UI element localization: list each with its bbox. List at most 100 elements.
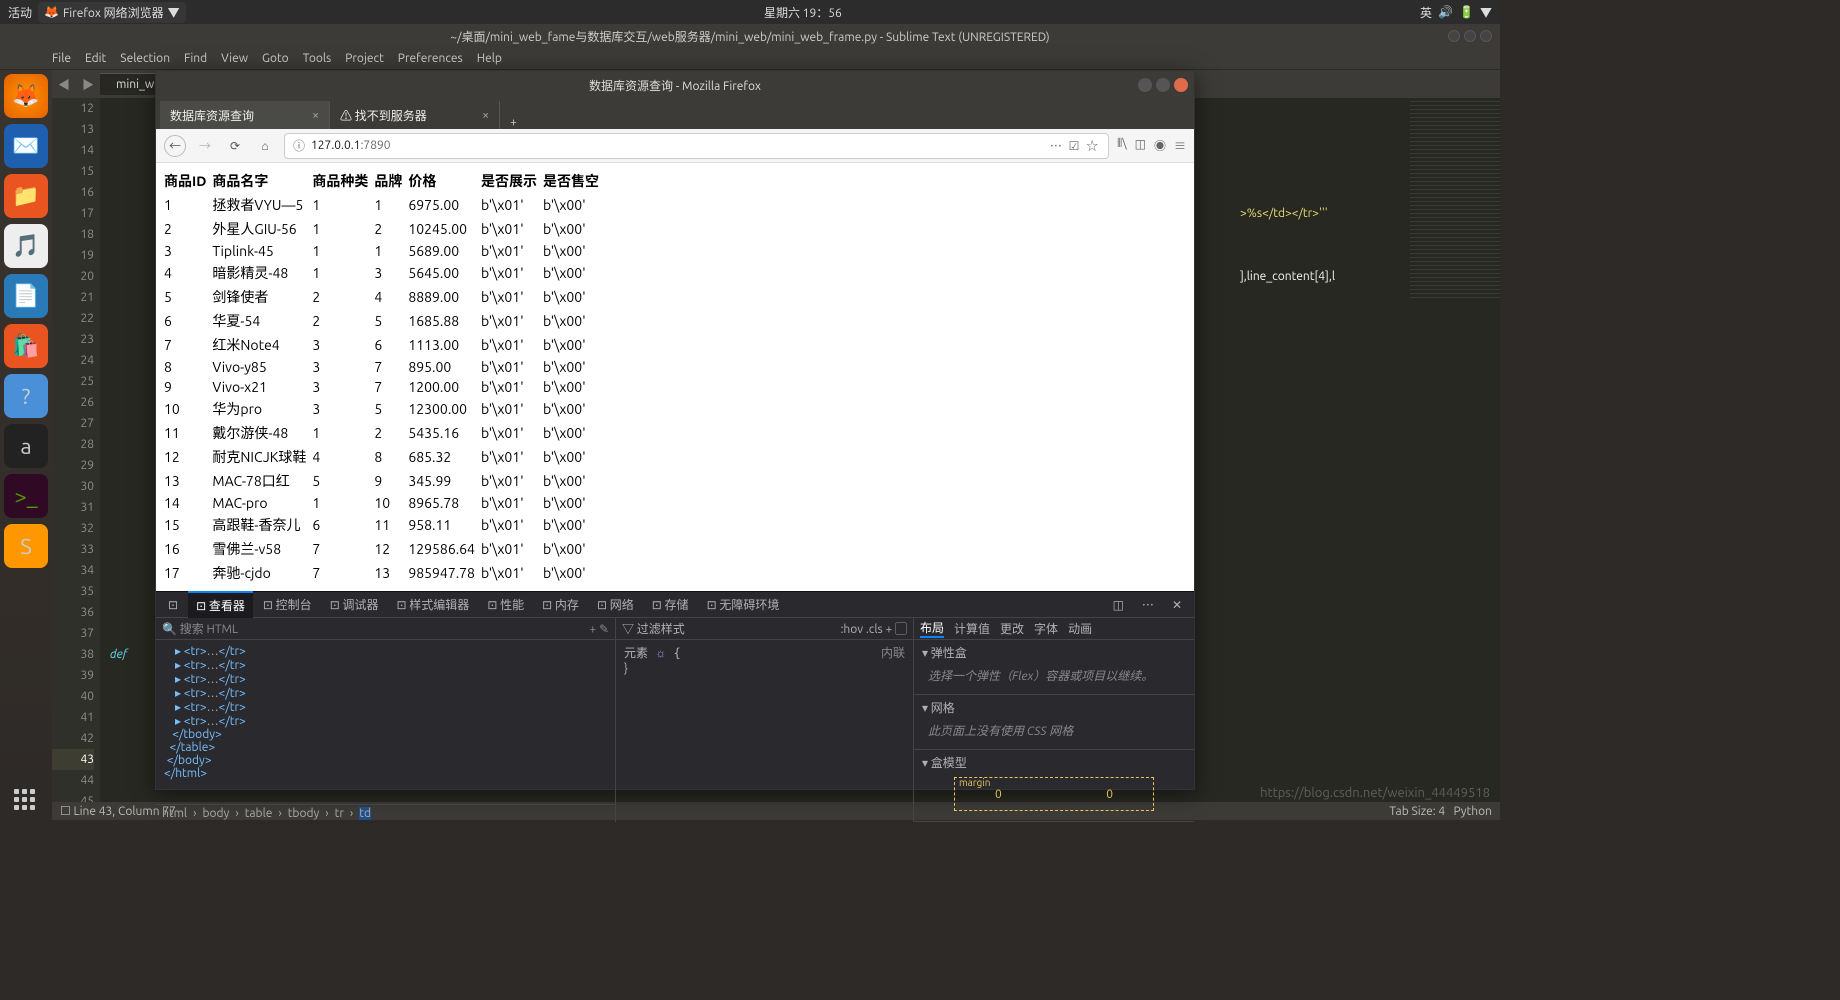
gnome-topbar: 活动 🦊 Firefox 网络浏览器 ▼ 星期六 19：56 英 🔊 🔋 ▼	[0, 0, 1500, 24]
column-header: 商品种类	[312, 169, 374, 193]
column-header: 品牌	[374, 169, 408, 193]
ff-close[interactable]	[1174, 78, 1188, 92]
menu-project[interactable]: Project	[345, 52, 384, 65]
column-header: 是否展示	[481, 169, 543, 193]
devtools-tab[interactable]: ⊡ 网络	[589, 592, 642, 617]
breadcrumb[interactable]: html › body › table › tbody › tr › td	[156, 804, 615, 822]
menu-help[interactable]: Help	[477, 52, 502, 65]
account-icon[interactable]: ◉	[1154, 137, 1166, 154]
table-row: 17奔驰-cjdo713985947.78b'\x01'b'\x00'	[164, 561, 605, 585]
ubuntu-dock: 🦊 ✉️ 📁 🎵 📄 🛍️ ? a >_ S	[0, 70, 52, 802]
menu-find[interactable]: Find	[184, 52, 207, 65]
dock-sublime[interactable]: S	[4, 524, 48, 568]
system-menu-icon[interactable]: ▼	[1480, 4, 1492, 21]
close-btn[interactable]	[1480, 30, 1492, 42]
info-icon[interactable]: ⓘ	[293, 137, 305, 154]
table-row: 9Vivo-x21371200.00b'\x01'b'\x00'	[164, 377, 605, 397]
firefox-titlebar: 数据库资源查询 - Mozilla Firefox	[156, 71, 1194, 99]
devtools-pick-icon[interactable]: ⊡	[160, 594, 186, 616]
tab-close-icon[interactable]: ×	[482, 109, 489, 122]
devtools-tab[interactable]: ⊡ 性能	[479, 592, 532, 617]
input-lang[interactable]: 英	[1420, 4, 1432, 21]
dock-writer[interactable]: 📄	[4, 274, 48, 318]
column-header: 商品名字	[212, 169, 312, 193]
devtools-tab[interactable]: ⊡ 调试器	[322, 592, 387, 617]
table-row: 3Tiplink-45115689.00b'\x01'b'\x00'	[164, 241, 605, 261]
table-row: 12耐克NICJK球鞋48685.32b'\x01'b'\x00'	[164, 445, 605, 469]
minimap[interactable]	[1410, 98, 1500, 298]
dock-thunderbird[interactable]: ✉️	[4, 124, 48, 168]
table-row: 13MAC-78口红59345.99b'\x01'b'\x00'	[164, 469, 605, 493]
table-row: 11戴尔游侠-48125435.16b'\x01'b'\x00'	[164, 421, 605, 445]
appmenu[interactable]: 🦊 Firefox 网络浏览器 ▼	[38, 2, 186, 23]
devtools-tab[interactable]: ⊡ 查看器	[188, 591, 253, 618]
column-header: 价格	[408, 169, 481, 193]
dock-help[interactable]: ?	[4, 374, 48, 418]
menu-view[interactable]: View	[221, 52, 248, 65]
devtools: ⊡ ⊡ 查看器⊡ 控制台⊡ 调试器⊡ 样式编辑器⊡ 性能⊡ 内存⊡ 网络⊡ 存储…	[156, 591, 1194, 789]
devtools-tab[interactable]: ⊡ 控制台	[255, 592, 320, 617]
dom-tree[interactable]: ▸ <tr>…</tr> ▸ <tr>…</tr> ▸ <tr>…</tr> ▸…	[156, 640, 615, 804]
devtools-tab[interactable]: ⊡ 无障碍环境	[699, 592, 788, 617]
dock-terminal[interactable]: >_	[4, 474, 48, 518]
dock-firefox[interactable]: 🦊	[4, 74, 48, 118]
reload-button[interactable]: ⟳	[224, 135, 246, 157]
menu-edit[interactable]: Edit	[85, 52, 106, 65]
watermark: https://blog.csdn.net/weixin_44449518	[1260, 786, 1490, 800]
min-btn[interactable]	[1448, 30, 1460, 42]
firefox-tabstrip: 数据库资源查询×⚠ 找不到服务器×+	[156, 99, 1194, 129]
menu-file[interactable]: File	[52, 52, 71, 65]
table-row: 15高跟鞋-香奈儿611958.11b'\x01'b'\x00'	[164, 513, 605, 537]
clock[interactable]: 星期六 19：56	[764, 4, 842, 21]
sidebar-icon[interactable]: ◫	[1135, 137, 1146, 154]
table-row: 10华为pro3512300.00b'\x01'b'\x00'	[164, 397, 605, 421]
battery-icon[interactable]: 🔋	[1459, 5, 1474, 19]
show-apps[interactable]	[14, 789, 35, 810]
table-row: 4暗影精灵-48135645.00b'\x01'b'\x00'	[164, 261, 605, 285]
browser-tab[interactable]: ⚠ 找不到服务器×	[330, 101, 500, 129]
volume-icon[interactable]: 🔊	[1438, 5, 1453, 19]
line-gutter: 1213141516171819202122232425262728293031…	[52, 98, 100, 812]
library-icon[interactable]: ⫴\	[1117, 137, 1126, 154]
menu-selection[interactable]: Selection	[120, 52, 170, 65]
firefox-window: 数据库资源查询 - Mozilla Firefox 数据库资源查询×⚠ 找不到服…	[155, 70, 1195, 790]
firefox-toolbar: ← → ⟳ ⌂ ⓘ 127.0.0.1:7890 ⋯ ☑ ☆ ⫴\ ◫ ◉ ≡	[156, 129, 1194, 163]
menu-icon[interactable]: ≡	[1174, 137, 1186, 154]
menu-tools[interactable]: Tools	[303, 52, 332, 65]
column-header: 商品ID	[164, 169, 212, 193]
dock-files[interactable]: 📁	[4, 174, 48, 218]
table-row: 7红米Note4361113.00b'\x01'b'\x00'	[164, 333, 605, 357]
table-row: 5剑锋使者248889.00b'\x01'b'\x00'	[164, 285, 605, 309]
tab-prev[interactable]: ◀	[52, 76, 76, 93]
devtools-tab[interactable]: ⊡ 样式编辑器	[389, 592, 478, 617]
home-button[interactable]: ⌂	[254, 135, 276, 157]
dock-amazon[interactable]: a	[4, 424, 48, 468]
ff-min[interactable]	[1138, 78, 1152, 92]
tab-close-icon[interactable]: ×	[312, 109, 319, 122]
menu-goto[interactable]: Goto	[262, 52, 289, 65]
firefox-content[interactable]: 商品ID商品名字商品种类品牌价格是否展示是否售空 1拯救者VYU—5116975…	[156, 163, 1194, 591]
devtools-tab[interactable]: ⊡ 内存	[534, 592, 587, 617]
table-row: 1拯救者VYU—5116975.00b'\x01'b'\x00'	[164, 193, 605, 217]
sublime-menu: File Edit Selection Find View Goto Tools Projec…	[0, 48, 1500, 70]
table-row: 2外星人GIU-561210245.00b'\x01'b'\x00'	[164, 217, 605, 241]
table-row: 8Vivo-y8537895.00b'\x01'b'\x00'	[164, 357, 605, 377]
dock-software[interactable]: 🛍️	[4, 324, 48, 368]
dom-add[interactable]: + ✎	[589, 622, 609, 636]
devtools-tab[interactable]: ⊡ 存储	[644, 592, 697, 617]
table-row: 14MAC-pro1108965.78b'\x01'b'\x00'	[164, 493, 605, 513]
max-btn[interactable]	[1464, 30, 1476, 42]
sublime-titlebar: ~/桌面/mini_web_fame与数据库交互/web服务器/mini_web…	[0, 24, 1500, 48]
browser-tab[interactable]: 数据库资源查询×	[160, 101, 330, 129]
table-row: 6华夏-54251685.88b'\x01'b'\x00'	[164, 309, 605, 333]
column-header: 是否售空	[543, 169, 605, 193]
dock-rhythmbox[interactable]: 🎵	[4, 224, 48, 268]
back-button[interactable]: ←	[164, 135, 186, 157]
forward-button: →	[194, 135, 216, 157]
tab-next[interactable]: ▶	[76, 76, 100, 93]
url-bar[interactable]: ⓘ 127.0.0.1:7890 ⋯ ☑ ☆	[284, 133, 1109, 159]
ff-max[interactable]	[1156, 78, 1170, 92]
activities-button[interactable]: 活动	[8, 4, 32, 21]
new-tab-button[interactable]: +	[500, 116, 527, 129]
menu-preferences[interactable]: Preferences	[398, 52, 463, 65]
